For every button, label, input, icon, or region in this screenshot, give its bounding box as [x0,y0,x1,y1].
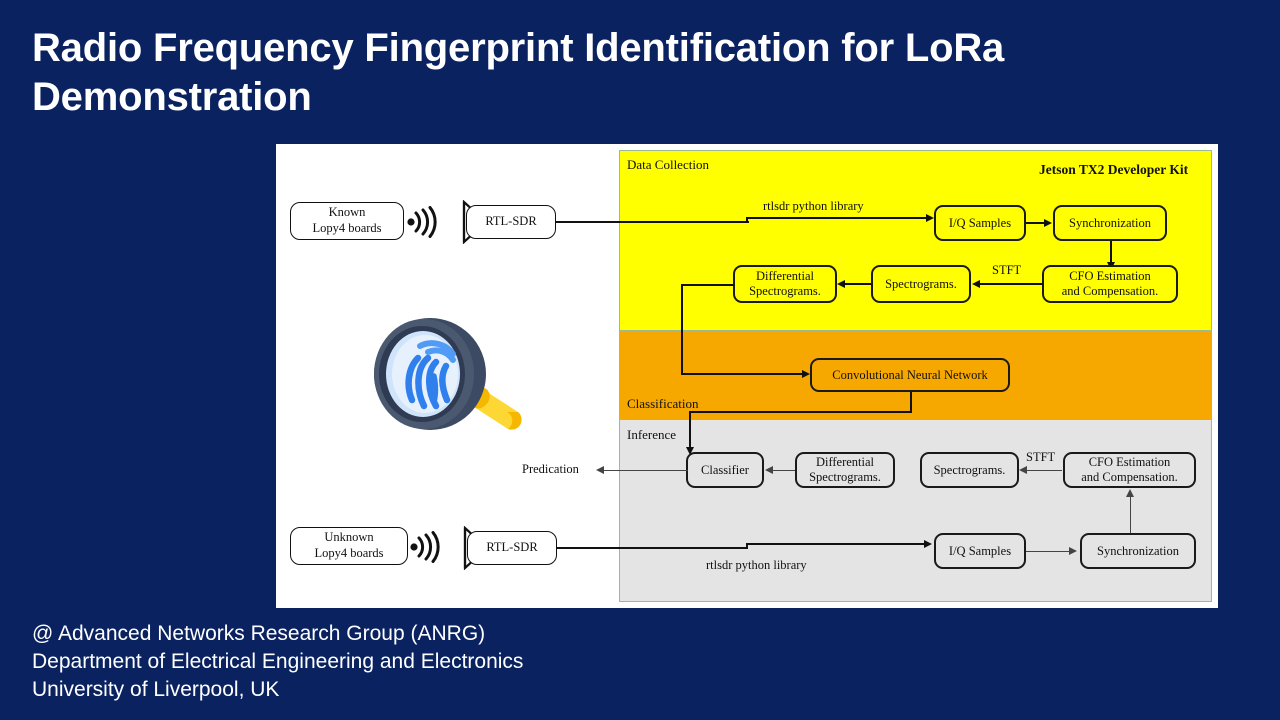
feed-top-left [619,221,749,224]
feed-top-arrowhead [926,213,934,222]
footer-line-3: University of Liverpool, UK [32,677,280,701]
footer-line-2: Department of Electrical Engineering and… [32,649,524,673]
radio-waves-icon [407,206,437,238]
link-diff-to-cnn-v [681,284,683,374]
label-data-collection: Data Collection [627,157,709,172]
link-cnn-down2 [689,411,691,452]
cfo-top-line2: and Compensation. [1061,284,1159,298]
link-diff-to-cnn-h2 [681,373,803,375]
diff-top-line1: Differential [755,269,815,284]
link-diff-to-classifier-arrow [765,466,773,474]
link-spec-to-diff-top-arrow [837,279,845,288]
link-sync-to-cfo-bottom [1130,496,1132,536]
diff-bottom-line2: Spectrograms. [809,470,881,484]
label-classification: Classification [627,396,699,411]
link-iq-to-sync-bottom [1026,551,1070,553]
classifier-label: Classifier [701,462,749,477]
known-boards-line1: Known [328,205,366,220]
rtl-sdr-bottom-label: RTL-SDR [486,540,538,555]
fingerprint-magnifier-icon [374,318,522,430]
radio-waves-icon-bottom [410,531,440,563]
link-sync-to-cfo-bottom-arrow [1126,489,1134,497]
page-title: Radio Frequency Fingerprint Identificati… [32,26,1005,119]
box-classifier[interactable]: Classifier [686,452,764,488]
box-spectrograms-top[interactable]: Spectrograms. [871,265,971,303]
link-cfo-to-spec-bottom-arrow [1019,466,1027,474]
feed-bottom-arrowhead [924,539,932,548]
link-cnn-down1 [910,392,912,412]
feed-top-right [747,217,927,220]
link-cnn-left [689,411,912,413]
link-spec-to-diff-top [844,283,871,286]
edge-label-rtlsdr-top: rtlsdr python library [763,199,864,213]
diagram-panel: Data Collection Classification Inference… [276,144,1218,608]
footer-line-1: @ Advanced Networks Research Group (ANRG… [32,622,486,645]
link-diff-to-classifier [772,470,795,472]
edge-label-stft-top: STFT [992,263,1022,277]
device-known-lopy4-boards[interactable]: Known Lopy4 boards [290,202,404,240]
box-convolutional-neural-network[interactable]: Convolutional Neural Network [810,358,1010,392]
device-unknown-lopy4-boards[interactable]: Unknown Lopy4 boards [290,527,408,565]
edge-label-rtlsdr-bottom: rtlsdr python library [706,558,807,572]
box-spectrograms-bottom[interactable]: Spectrograms. [920,452,1019,488]
box-iq-samples-bottom[interactable]: I/Q Samples [934,533,1026,569]
unknown-boards-line1: Unknown [324,530,374,545]
label-inference: Inference [627,427,677,442]
edge-label-prediction: Predication [522,462,579,476]
diff-top-line2: Spectrograms. [749,284,821,298]
cfo-bottom-line2: and Compensation. [1081,470,1178,484]
known-boards-line2: Lopy4 boards [312,221,382,235]
rtl-sdr-top-label: RTL-SDR [485,214,537,229]
link-iq-to-sync-bottom-arrow [1069,547,1077,555]
hardware-title: Jetson TX2 Developer Kit [1039,162,1189,177]
edge-label-stft-bottom: STFT [1026,450,1056,464]
diff-bottom-line1: Differential [815,455,875,470]
link-classifier-to-prediction [604,470,688,472]
link-prediction-arrow [596,466,604,474]
spectrograms-bottom-label: Spectrograms. [933,462,1006,477]
iq-samples-bottom-label: I/Q Samples [948,543,1012,558]
footer: @ Advanced Networks Research Group (ANRG… [32,620,832,704]
feed-bottom-right [746,543,925,546]
link-iq-to-sync-top-arrow [1044,218,1052,227]
synchronization-top-label: Synchronization [1069,215,1151,230]
feed-bottom-jog [746,543,748,549]
cnn-label: Convolutional Neural Network [832,367,988,382]
box-differential-spectrograms-top[interactable]: Differential Spectrograms. [733,265,837,303]
box-synchronization-bottom[interactable]: Synchronization [1080,533,1196,569]
synchronization-bottom-label: Synchronization [1097,543,1179,558]
cfo-bottom-line1: CFO Estimation [1088,455,1171,470]
link-iq-to-sync-top [1026,222,1045,225]
box-synchronization-top[interactable]: Synchronization [1053,205,1167,241]
device-rtl-sdr-bottom[interactable]: RTL-SDR [467,531,557,565]
iq-samples-top-label: I/Q Samples [948,215,1012,230]
link-diff-to-cnn-h1 [681,284,734,286]
device-rtl-sdr-top[interactable]: RTL-SDR [466,205,556,239]
box-cfo-estimation-top[interactable]: CFO Estimation and Compensation. [1042,265,1178,303]
link-cfo-to-spec-bottom [1026,470,1062,472]
band-inference [619,420,1212,602]
box-iq-samples-top[interactable]: I/Q Samples [934,205,1026,241]
box-differential-spectrograms-bottom[interactable]: Differential Spectrograms. [795,452,895,488]
box-cfo-estimation-bottom[interactable]: CFO Estimation and Compensation. [1063,452,1196,488]
feed-top-jog [746,217,748,223]
spectrograms-top-label: Spectrograms. [885,276,957,291]
link-diff-to-cnn-arrow [802,369,810,378]
feed-bottom-left [619,547,746,550]
link-cfo-to-spec-top [979,283,1043,286]
cfo-top-line1: CFO Estimation [1069,269,1151,284]
link-cfo-to-spec-top-arrow [972,279,980,288]
unknown-boards-line2: Lopy4 boards [314,546,384,560]
